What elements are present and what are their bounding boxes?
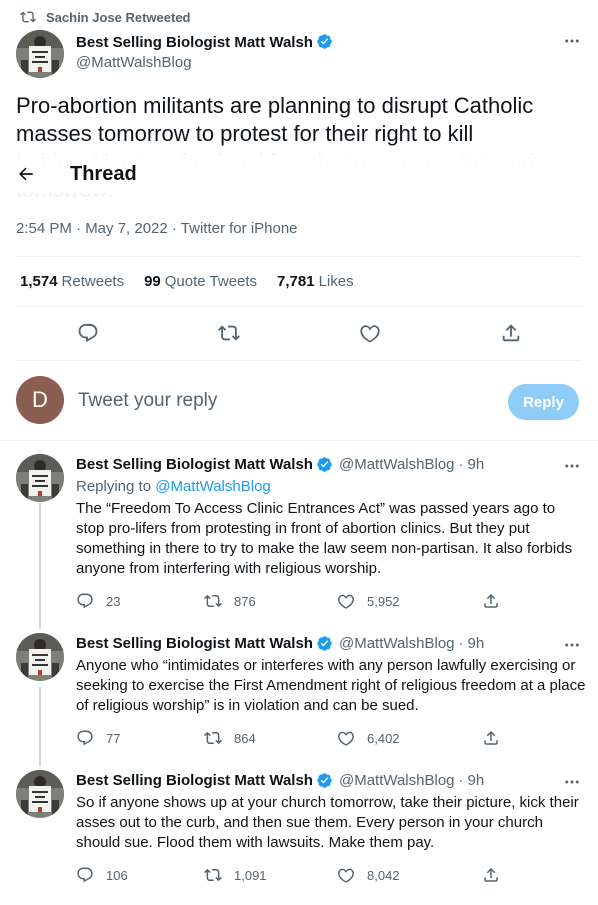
more-options-button[interactable] — [562, 772, 582, 792]
retweet-action[interactable]: 864 — [204, 729, 256, 747]
tweet-actions: 23 876 5,952 — [76, 592, 506, 612]
more-icon — [563, 773, 581, 791]
tweet-text: So if anyone shows up at your church tom… — [76, 794, 579, 851]
author-name[interactable]: Best Selling Biologist Matt Walsh — [76, 635, 313, 652]
thread-header: Thread — [0, 155, 598, 193]
reply-action[interactable]: 77 — [76, 729, 120, 747]
retweet-context-label: Sachin Jose Retweeted — [46, 9, 191, 25]
reply-icon — [76, 592, 94, 610]
more-options-button[interactable] — [562, 635, 582, 655]
tweet-text: Anyone who “intimidates or interferes wi… — [76, 657, 586, 714]
tweet-stats: 1,574 Retweets 99 Quote Tweets 7,781 Likes — [20, 273, 374, 290]
thread-tweet[interactable]: Best Selling Biologist Matt Walsh @MattW… — [0, 450, 598, 626]
author-avatar[interactable] — [16, 30, 64, 78]
tweet-actions — [16, 322, 582, 346]
share-icon — [482, 866, 500, 884]
reply-icon — [76, 866, 94, 884]
reply-icon[interactable] — [77, 322, 99, 344]
tweet-header: Best Selling Biologist Matt Walsh @MattW… — [76, 772, 484, 789]
back-arrow-icon[interactable] — [16, 164, 36, 184]
divider — [16, 360, 582, 361]
author-handle[interactable]: @MattWalshBlog — [339, 456, 455, 473]
quote-tweets-stat[interactable]: 99 Quote Tweets — [144, 273, 257, 290]
verified-badge-icon — [316, 772, 333, 789]
retweet-action[interactable]: 876 — [204, 592, 256, 610]
retweet-icon — [204, 729, 222, 747]
tweet-text: The “Freedom To Access Clinic Entrances … — [76, 500, 573, 577]
reply-input[interactable]: Tweet your reply — [78, 390, 217, 412]
page-title: Thread — [70, 162, 137, 185]
author-handle: @MattWalshBlog — [76, 54, 192, 71]
author-avatar[interactable] — [16, 633, 64, 681]
divider — [0, 440, 598, 441]
author-name[interactable]: Best Selling Biologist Matt Walsh — [76, 456, 313, 473]
share-icon — [482, 729, 500, 747]
share-action[interactable] — [482, 729, 512, 747]
tweet-text-line: Pro-abortion militants are planning to d… — [16, 93, 534, 118]
tweet-time[interactable]: 9h — [468, 635, 485, 652]
author-avatar[interactable] — [16, 770, 64, 818]
retweet-icon — [20, 9, 36, 25]
retweet-context[interactable]: Sachin Jose Retweeted — [20, 8, 191, 26]
separator-dot: · — [458, 635, 464, 652]
like-icon — [337, 866, 355, 884]
tweet-header: Best Selling Biologist Matt Walsh @MattW… — [76, 456, 484, 473]
reply-action[interactable]: 106 — [76, 866, 128, 884]
reply-button[interactable]: Reply — [508, 384, 579, 420]
share-icon — [482, 592, 500, 610]
tweet-header: Best Selling Biologist Matt Walsh @MattW… — [76, 635, 484, 652]
tweet-time[interactable]: 9h — [468, 772, 485, 789]
more-options-button[interactable] — [562, 456, 582, 476]
like-action[interactable]: 8,042 — [337, 866, 400, 884]
more-icon — [563, 457, 581, 475]
reply-action[interactable]: 23 — [76, 592, 120, 610]
retweet-icon — [204, 592, 222, 610]
reply-icon — [76, 729, 94, 747]
share-action[interactable] — [482, 592, 512, 610]
verified-badge-icon — [316, 635, 333, 652]
author-handle[interactable]: @MattWalshBlog — [339, 635, 455, 652]
separator-dot: · — [458, 772, 464, 789]
author-handle[interactable]: @MattWalshBlog — [339, 772, 455, 789]
tweet-timestamp[interactable]: 2:54 PM · May 7, 2022 · Twitter for iPho… — [16, 220, 298, 237]
more-icon — [563, 636, 581, 654]
like-icon — [337, 592, 355, 610]
verified-badge-icon — [316, 33, 333, 50]
share-action[interactable] — [482, 866, 512, 884]
likes-stat[interactable]: 7,781 Likes — [277, 273, 354, 290]
tweet-actions: 106 1,091 8,042 — [76, 866, 506, 886]
thread-tweet[interactable]: Best Selling Biologist Matt Walsh @MattW… — [0, 631, 598, 761]
tweet-text-line: masses tomorrow to protest for their rig… — [16, 121, 474, 146]
retweet-action[interactable]: 1,091 — [204, 866, 267, 884]
thread-tweet[interactable]: Best Selling Biologist Matt Walsh @MattW… — [0, 768, 598, 898]
more-icon — [563, 32, 581, 50]
tweet-time[interactable]: 9h — [468, 456, 485, 473]
tweet-actions: 77 864 6,402 — [76, 729, 506, 749]
user-avatar[interactable]: D — [16, 376, 64, 424]
divider — [16, 306, 582, 307]
author-name[interactable]: Best Selling Biologist Matt Walsh — [76, 772, 313, 789]
retweet-icon[interactable] — [218, 322, 240, 344]
replying-to: Replying to @MattWalshBlog — [76, 478, 271, 495]
replying-to-link[interactable]: @MattWalshBlog — [155, 478, 271, 495]
more-options-button[interactable] — [562, 31, 582, 51]
author-avatar[interactable] — [16, 454, 64, 502]
like-icon[interactable] — [359, 322, 381, 344]
divider — [16, 256, 582, 257]
retweet-icon — [204, 866, 222, 884]
author-name: Best Selling Biologist Matt Walsh — [76, 34, 313, 51]
share-icon[interactable] — [500, 322, 522, 344]
like-action[interactable]: 5,952 — [337, 592, 400, 610]
retweets-stat[interactable]: 1,574 Retweets — [20, 273, 124, 290]
separator-dot: · — [458, 456, 464, 473]
author-identity[interactable]: Best Selling Biologist Matt Walsh @MattW… — [76, 33, 333, 71]
like-action[interactable]: 6,402 — [337, 729, 400, 747]
like-icon — [337, 729, 355, 747]
verified-badge-icon — [316, 456, 333, 473]
